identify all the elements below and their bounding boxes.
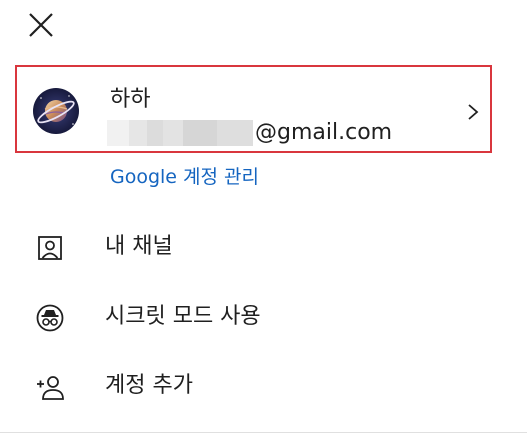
- chevron-right-icon: [468, 104, 479, 120]
- account-name: 하하: [110, 87, 151, 112]
- incognito-icon: [36, 304, 64, 332]
- menu-item-label: 내 채널: [105, 234, 173, 259]
- menu-item-add-account[interactable]: 계정 추가: [0, 356, 527, 416]
- manage-google-account-link[interactable]: Google 계정 관리: [110, 163, 259, 191]
- email-redacted: [107, 120, 253, 146]
- account-email: @gmail.com: [107, 119, 392, 147]
- menu-item-my-channel[interactable]: 내 채널: [0, 217, 527, 277]
- menu-item-incognito[interactable]: 시크릿 모드 사용: [0, 287, 527, 347]
- menu-item-label: 시크릿 모드 사용: [105, 304, 261, 329]
- add-person-icon: [37, 376, 64, 400]
- menu-item-label: 계정 추가: [105, 373, 193, 398]
- divider: [0, 432, 527, 433]
- planet-avatar-icon: [33, 88, 79, 134]
- account-card[interactable]: 하하 @gmail.com: [15, 65, 492, 153]
- close-button[interactable]: [24, 8, 58, 42]
- close-icon: [29, 13, 53, 37]
- person-box-icon: [38, 236, 62, 260]
- email-domain: @gmail.com: [255, 120, 393, 145]
- avatar: [33, 88, 79, 134]
